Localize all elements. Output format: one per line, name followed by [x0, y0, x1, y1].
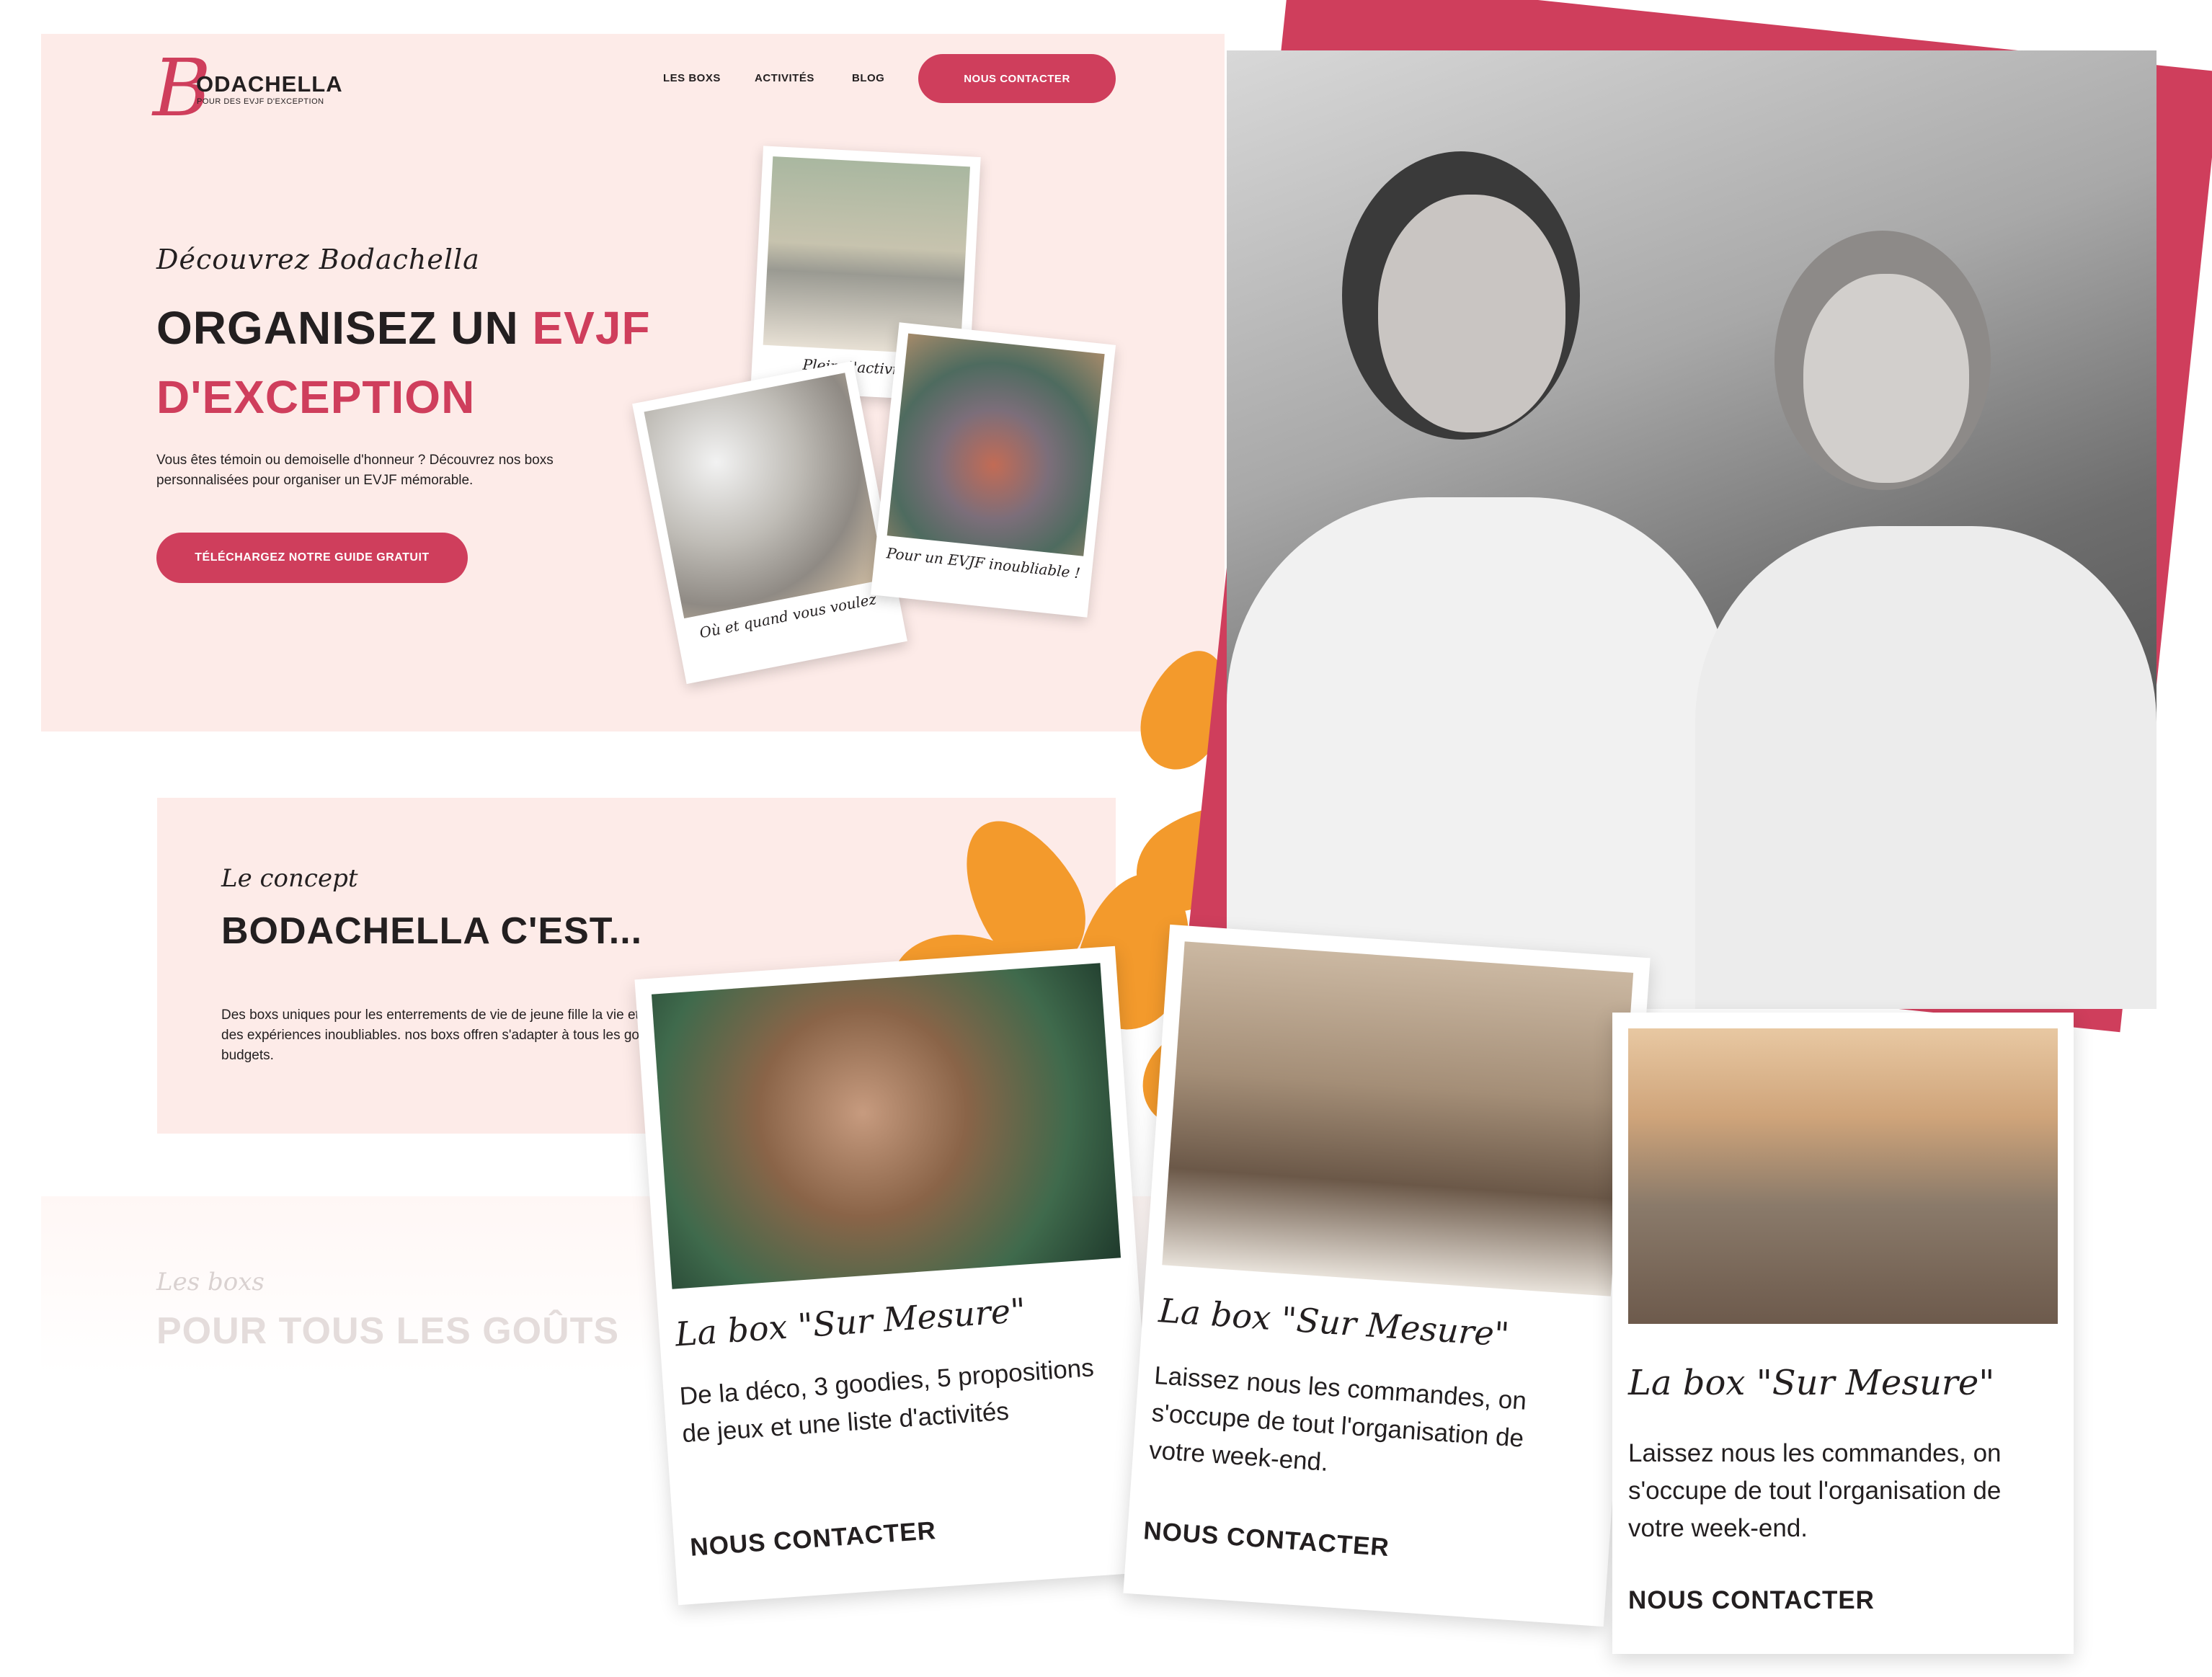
logo-wordmark[interactable]: ODACHELLA — [196, 71, 343, 97]
polaroid-unforgettable: Pour un EVJF inoubliable ! — [870, 322, 1116, 618]
concept-kicker: Le concept — [221, 864, 358, 893]
card-contact-link[interactable]: NOUS CONTACTER — [689, 1516, 937, 1562]
nav-contact-button[interactable]: NOUS CONTACTER — [918, 54, 1116, 103]
logo-tagline: POUR DES EVJF D'EXCEPTION — [197, 97, 324, 106]
box-card-3[interactable]: La box "Sur Mesure" Laissez nous les com… — [1612, 1013, 2074, 1654]
concept-title: BODACHELLA C'EST... — [221, 910, 643, 952]
boxes-title: POUR TOUS LES GOÛTS — [156, 1310, 620, 1352]
card-description: Laissez nous les commandes, on s'occupe … — [1147, 1361, 1528, 1477]
hero-title-part1: ORGANISEZ UN — [156, 302, 533, 354]
card-description: Laissez nous les commandes, on s'occupe … — [1628, 1439, 2002, 1542]
white-tshirt — [1227, 497, 1731, 1009]
photo-two-women-flower-crowns — [1227, 50, 2157, 1009]
concept-description: Des boxs uniques pour les enterrements d… — [221, 1007, 675, 1063]
box-card-1[interactable]: La box "Sur Mesure" De la déco, 3 goodie… — [634, 946, 1159, 1606]
download-guide-button[interactable]: TÉLÉCHARGEZ NOTRE GUIDE GRATUIT — [156, 533, 468, 583]
card-title: La box "Sur Mesure" — [1157, 1291, 1511, 1354]
hero-description: Vous êtes témoin ou demoiselle d'honneur… — [156, 453, 554, 488]
polaroid-photo-confetti — [887, 333, 1105, 556]
hero-title: ORGANISEZ UN EVJF D'EXCEPTION — [156, 293, 651, 432]
card-description: De la déco, 3 goodies, 5 propositions de… — [678, 1353, 1095, 1449]
boxes-kicker: Les boxs — [156, 1268, 265, 1296]
card-title: La box "Sur Mesure" — [674, 1290, 1027, 1354]
polaroid-photo-beach — [763, 156, 970, 356]
hero-title-accent: EVJF — [532, 302, 651, 354]
polaroid-photo-disco-balls — [644, 373, 885, 619]
card-title: La box "Sur Mesure" — [1628, 1363, 1995, 1403]
card-contact-link[interactable]: NOUS CONTACTER — [1142, 1516, 1390, 1562]
nav-item-blog[interactable]: BLOG — [852, 72, 884, 84]
face-shape — [1378, 195, 1565, 432]
white-tshirt — [1695, 526, 2157, 1009]
card-photo-bride-group — [1162, 941, 1634, 1296]
nav-item-les-boxs[interactable]: LES BOXS — [663, 72, 721, 84]
card-photo-toast-party — [1628, 1028, 2058, 1324]
hero-title-line2: D'EXCEPTION — [156, 371, 476, 423]
hero-kicker: Découvrez Bodachella — [156, 244, 480, 275]
card-photo-hands — [651, 963, 1121, 1289]
nav-item-activites[interactable]: ACTIVITÉS — [755, 72, 814, 84]
card-contact-link[interactable]: NOUS CONTACTER — [1628, 1586, 1875, 1615]
face-shape — [1803, 274, 1969, 483]
box-card-2[interactable]: La box "Sur Mesure" Laissez nous les com… — [1123, 924, 1651, 1627]
